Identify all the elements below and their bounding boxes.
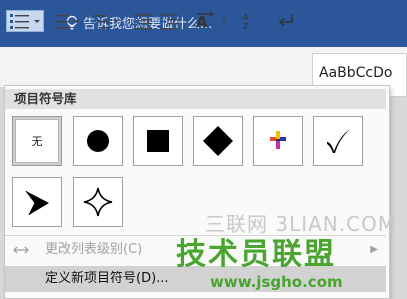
text-direction-button[interactable]: A xyxy=(194,10,230,32)
bullet-none-box: 无 xyxy=(15,119,59,163)
decrease-indent-button[interactable] xyxy=(132,10,156,32)
bullet-color-cross-tile[interactable] xyxy=(253,116,303,166)
sort-button[interactable]: A Z xyxy=(242,10,264,32)
sort-az-icon: A Z xyxy=(243,13,261,31)
bullet-list-icon xyxy=(10,14,40,29)
enter-arrow-icon xyxy=(278,14,293,27)
bullet-circle-tile[interactable] xyxy=(73,116,123,166)
bullet-square-tile[interactable] xyxy=(133,116,183,166)
bullets-button[interactable] xyxy=(6,10,44,32)
svg-text:3: 3 xyxy=(49,25,53,31)
define-new-bullet-label: 定义新项目符号(D)... xyxy=(45,271,169,286)
filled-diamond-icon xyxy=(203,126,233,156)
style-sample-text: AaBbCcDo xyxy=(319,65,393,81)
increase-indent-button[interactable] xyxy=(158,10,182,32)
svg-text:Z: Z xyxy=(243,22,249,31)
filled-square-icon xyxy=(147,130,169,152)
multilevel-list-button[interactable]: 1 a i xyxy=(86,10,122,32)
filled-circle-icon xyxy=(87,130,109,152)
submenu-chevron-icon: ▶ xyxy=(370,244,378,255)
text-direction-icon: A xyxy=(196,11,227,31)
bullet-library-title: 项目符号库 xyxy=(5,89,386,109)
bullet-none-tile[interactable]: 无 xyxy=(12,116,62,166)
color-cross-icon xyxy=(270,131,286,149)
numbering-button[interactable]: 1 2 3 xyxy=(48,10,82,32)
bullet-checkmark-tile[interactable] xyxy=(313,116,363,166)
svg-text:A: A xyxy=(196,13,208,31)
decrease-indent-icon xyxy=(134,14,152,30)
watermark-jishuyuan: 技术员联盟 xyxy=(176,237,336,272)
multilevel-list-icon: 1 a i xyxy=(87,13,119,31)
svg-text:i: i xyxy=(95,25,97,31)
svg-text:A: A xyxy=(243,13,249,22)
checkmark-icon xyxy=(327,129,350,153)
four-point-star-icon xyxy=(83,187,113,217)
change-level-icon xyxy=(13,246,29,254)
show-marks-button[interactable] xyxy=(276,10,298,32)
change-list-level-label: 更改列表级别(C) xyxy=(45,242,143,257)
arrowhead-icon xyxy=(25,190,49,216)
bullet-none-label: 无 xyxy=(31,135,43,148)
increase-indent-icon xyxy=(160,14,178,30)
bullet-star-tile[interactable] xyxy=(73,177,123,227)
watermark-url: www.jsgho.com xyxy=(210,273,343,291)
numbered-list-icon: 1 2 3 xyxy=(49,13,79,31)
bullet-arrowhead-tile[interactable] xyxy=(12,177,62,227)
bullet-diamond-tile[interactable] xyxy=(193,116,243,166)
